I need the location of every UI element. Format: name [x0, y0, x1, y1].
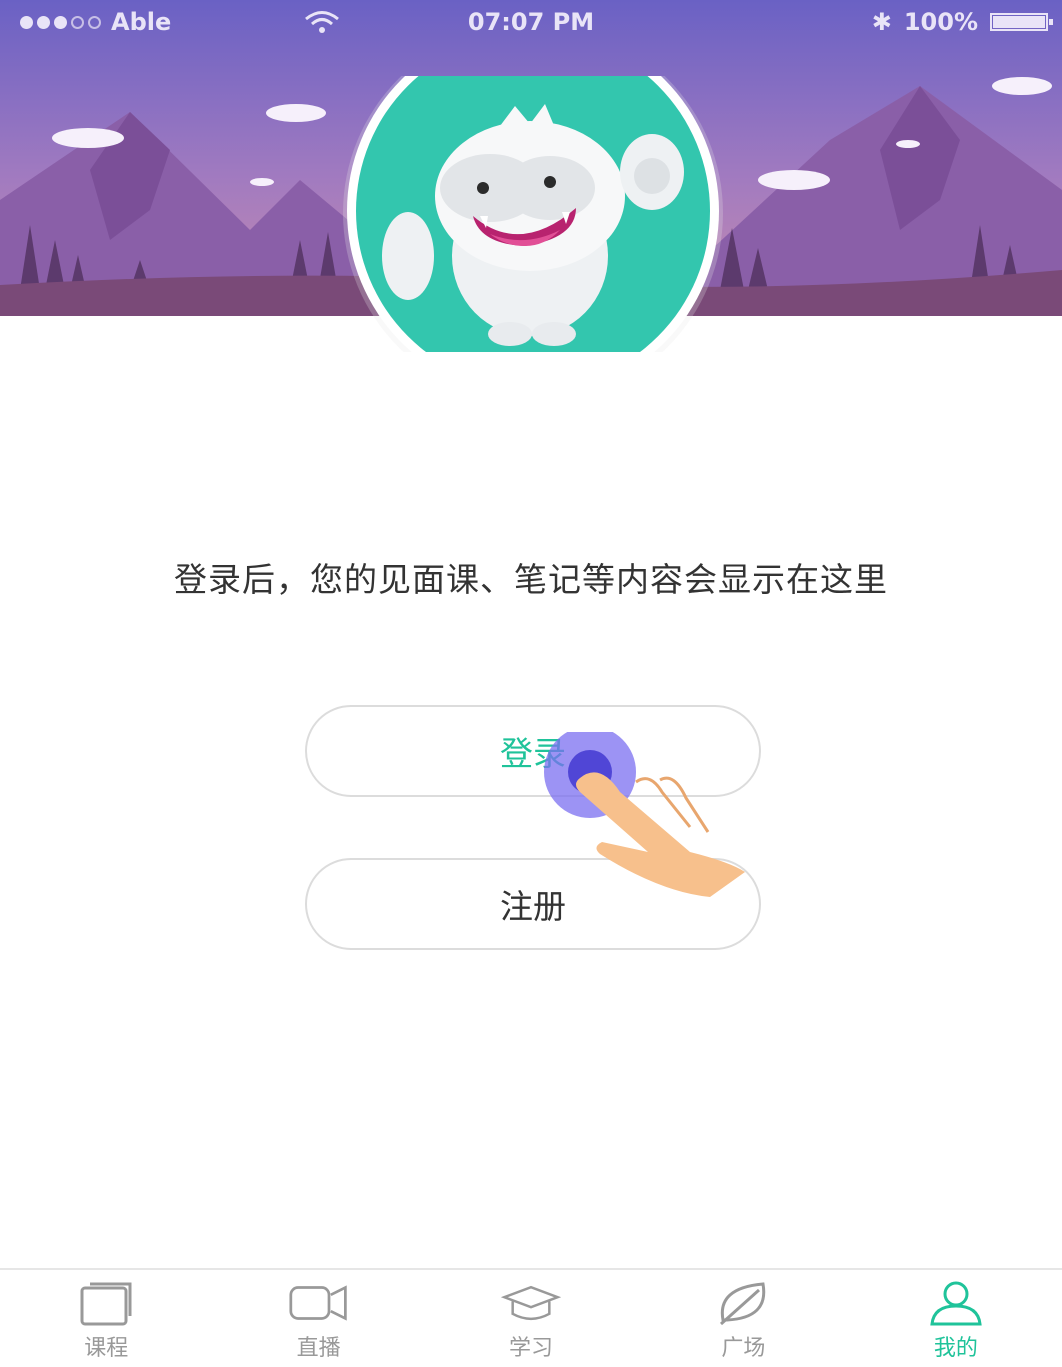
bottom-tab-bar: 课程 直播 学习 广场 我的: [0, 1268, 1062, 1367]
battery-icon: [990, 13, 1053, 31]
tab-course[interactable]: 课程: [0, 1270, 212, 1367]
tab-live[interactable]: 直播: [212, 1270, 424, 1367]
login-button-label: 登录: [500, 734, 566, 773]
register-button-label: 注册: [500, 887, 566, 926]
tab-mine[interactable]: 我的: [850, 1270, 1062, 1367]
leaf-icon: [713, 1280, 773, 1326]
live-video-icon: [289, 1280, 349, 1326]
course-icon: [76, 1280, 136, 1326]
user-icon: [926, 1280, 986, 1326]
tab-live-label: 直播: [296, 1336, 341, 1361]
tab-square[interactable]: 广场: [637, 1270, 849, 1367]
tab-study[interactable]: 学习: [425, 1270, 637, 1367]
graduation-cap-icon: [501, 1280, 562, 1326]
battery-level: [993, 16, 1045, 28]
login-button[interactable]: 登录: [305, 705, 761, 797]
tab-mine-label: 我的: [933, 1336, 978, 1361]
tab-study-label: 学习: [509, 1336, 554, 1361]
status-bar: Able 07:07 PM ✱ 100%: [0, 0, 1062, 46]
register-button[interactable]: 注册: [305, 858, 761, 950]
bluetooth-icon: ✱: [871, 8, 892, 36]
tab-course-label: 课程: [84, 1336, 129, 1361]
yeti-avatar[interactable]: [340, 76, 726, 352]
battery-percent: 100%: [903, 8, 978, 36]
tab-square-label: 广场: [721, 1336, 766, 1361]
login-prompt-message: 登录后，您的见面课、笔记等内容会显示在这里: [174, 560, 888, 599]
